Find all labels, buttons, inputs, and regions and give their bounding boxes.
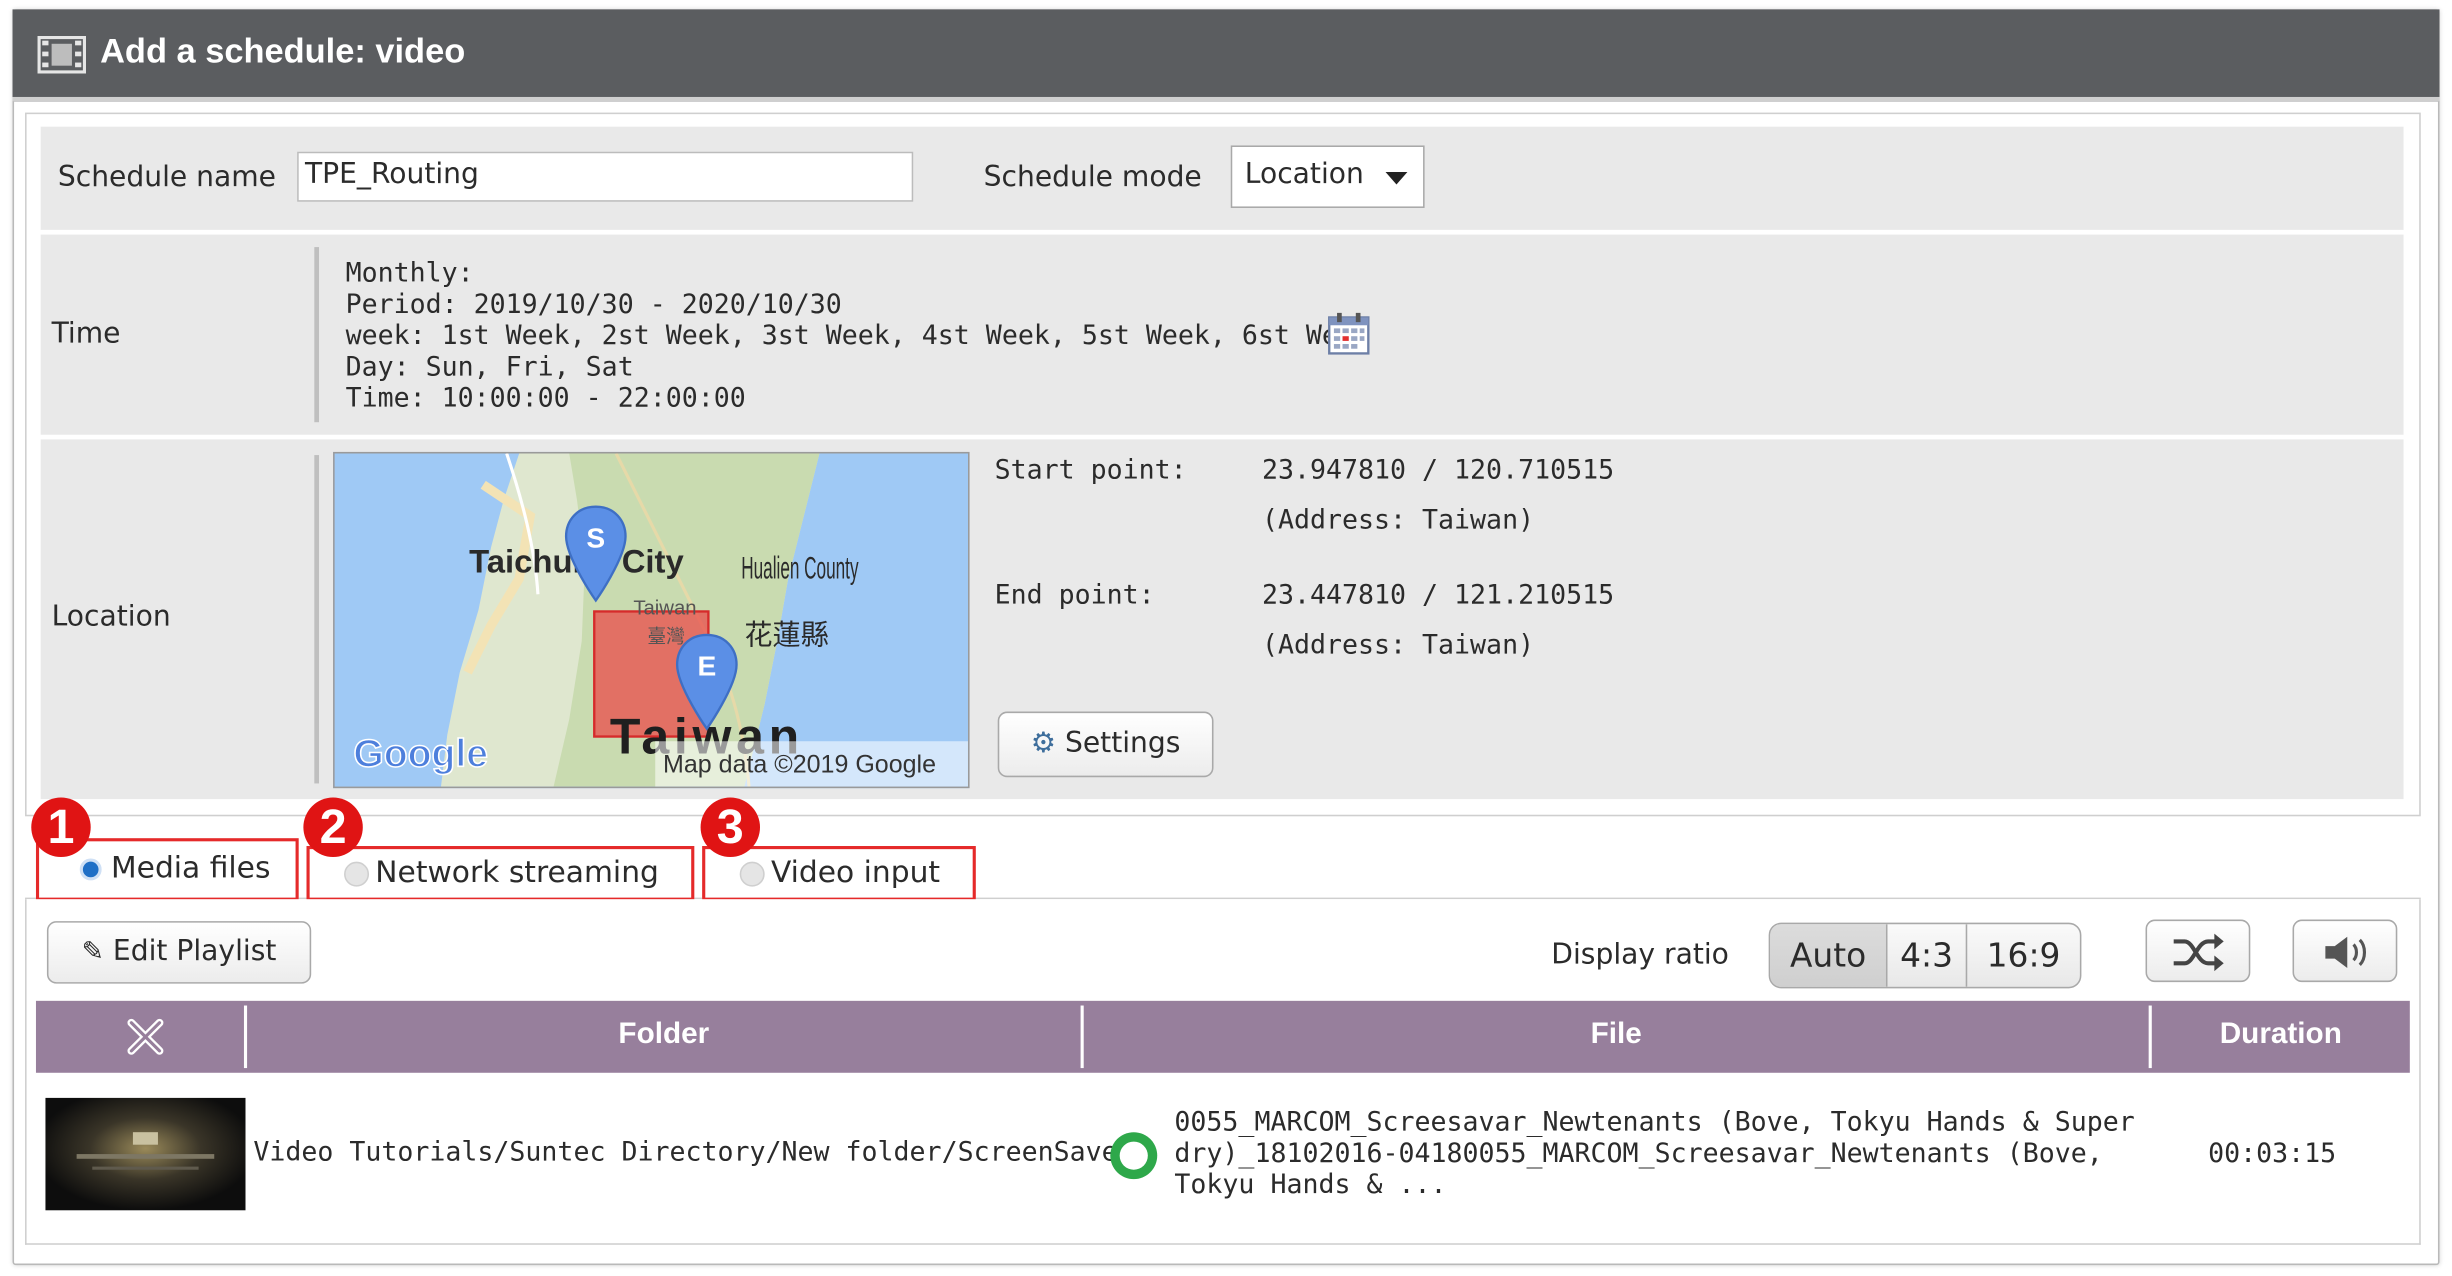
- playlist-table-header: Folder File Duration: [35, 1000, 2410, 1073]
- map-pin-end-icon[interactable]: E: [674, 632, 740, 732]
- gear-icon: ⚙: [1030, 727, 1057, 761]
- callout-badge-2: 2: [303, 797, 363, 857]
- radio-network-streaming[interactable]: [344, 861, 370, 887]
- map-label-country-small: Taiwan: [633, 598, 696, 620]
- schedule-name-label: Schedule name: [57, 161, 276, 194]
- display-ratio-switch: Auto 4:3 16:9: [1768, 922, 2082, 989]
- map-pin-start-icon[interactable]: S: [563, 504, 629, 604]
- map-graphic: Taichung City Hualien County 花蓮縣 Taiwan …: [334, 453, 968, 787]
- status-ok-icon: [1110, 1132, 1158, 1180]
- schedule-mode-select[interactable]: Location: [1230, 145, 1425, 208]
- start-point-coords: 23.947810 / 120.710515: [1261, 455, 1615, 487]
- time-line-week: week: 1st Week, 2st Week, 3st Week, 4st …: [345, 320, 1370, 352]
- callout-badge-1: 1: [31, 797, 91, 857]
- table-row[interactable]: Video Tutorials/Suntec Directory/New fol…: [36, 1079, 2410, 1229]
- schedule-mode-label: Schedule mode: [983, 161, 1202, 194]
- map-label-region: Hualien County: [741, 551, 858, 586]
- callout-badge-3: 3: [700, 797, 761, 857]
- row-file-line: Tokyu Hands & ...: [1174, 1169, 1447, 1201]
- edit-playlist-label: Edit Playlist: [112, 935, 277, 968]
- row-duration: 00:03:15: [2208, 1138, 2337, 1170]
- tab-network-streaming[interactable]: Network streaming: [306, 846, 695, 901]
- start-point-address: (Address: Taiwan): [1261, 505, 1535, 537]
- tab-network-streaming-label: Network streaming: [375, 855, 659, 890]
- end-point-label: End point:: [994, 580, 1155, 612]
- settings-button[interactable]: ⚙ Settings: [997, 711, 1214, 778]
- display-ratio-label: Display ratio: [1551, 938, 1729, 972]
- edit-playlist-button[interactable]: ✎ Edit Playlist: [46, 921, 312, 984]
- row-file-line: 0055_MARCOM_Screesavar_Newtenants (Bove,…: [1174, 1107, 2135, 1139]
- row-file-line: dry)_18102016-04180055_MARCOM_Screesavar…: [1174, 1138, 2103, 1170]
- end-marker-letter: E: [697, 651, 716, 682]
- time-divider: [314, 247, 320, 423]
- time-label: Time: [51, 317, 121, 351]
- google-logo: Google: [353, 732, 488, 775]
- column-header-duration: Duration: [2219, 1018, 2342, 1051]
- ratio-16-9-button[interactable]: 16:9: [1967, 924, 2080, 987]
- video-thumbnail: [45, 1097, 246, 1211]
- speaker-icon: [2324, 936, 2366, 968]
- schedule-mode-value: Location: [1244, 157, 1364, 191]
- radio-video-input[interactable]: [739, 861, 765, 887]
- row-file-name: 0055_MARCOM_Screesavar_Newtenants (Bove,…: [1174, 1107, 2134, 1201]
- settings-button-label: Settings: [1064, 727, 1181, 761]
- schedule-name-input[interactable]: TPE_Routing: [297, 151, 914, 202]
- remove-all-icon[interactable]: [125, 1016, 166, 1057]
- start-point-label: Start point:: [994, 455, 1187, 487]
- tab-video-input-label: Video input: [770, 855, 941, 890]
- time-summary: Monthly: Period: 2019/10/30 - 2020/10/30…: [346, 258, 1370, 414]
- column-header-file: File: [1590, 1018, 1642, 1051]
- time-line-period: Period: 2019/10/30 - 2020/10/30: [345, 289, 842, 321]
- location-divider: [314, 455, 320, 784]
- row-folder-path: Video Tutorials/Suntec Directory/New fol…: [253, 1136, 1150, 1169]
- column-header-folder: Folder: [618, 1018, 710, 1051]
- end-point-address: (Address: Taiwan): [1261, 630, 1535, 662]
- map-attribution: Map data ©2019 Google: [663, 751, 936, 779]
- ratio-4-3-button[interactable]: 4:3: [1888, 924, 1966, 987]
- calendar-icon[interactable]: [1328, 312, 1370, 355]
- pencil-icon: ✎: [81, 936, 104, 968]
- time-line-recurrence: Monthly:: [345, 258, 474, 290]
- time-line-day: Day: Sun, Fri, Sat: [345, 351, 634, 384]
- location-map[interactable]: Taichung City Hualien County 花蓮縣 Taiwan …: [333, 451, 970, 789]
- radio-media-files[interactable]: [79, 858, 102, 881]
- tab-media-files-label: Media files: [111, 850, 271, 886]
- start-marker-letter: S: [586, 522, 605, 553]
- ratio-auto-button[interactable]: Auto: [1770, 924, 1886, 987]
- time-line-hours: Time: 10:00:00 - 22:00:00: [345, 383, 746, 415]
- tab-video-input[interactable]: Video input: [702, 846, 976, 901]
- shuffle-icon: [2172, 933, 2223, 972]
- shuffle-button[interactable]: [2145, 919, 2251, 983]
- map-label-region-cjk: 花蓮縣: [744, 618, 828, 651]
- location-label: Location: [51, 600, 171, 634]
- volume-button[interactable]: [2292, 919, 2398, 983]
- film-icon: [37, 35, 87, 74]
- dialog-title: Add a schedule: video: [100, 31, 466, 71]
- end-point-coords: 23.447810 / 121.210515: [1261, 580, 1615, 612]
- chevron-down-icon: [1385, 172, 1408, 185]
- dialog-titlebar: Add a schedule: video: [12, 9, 2440, 102]
